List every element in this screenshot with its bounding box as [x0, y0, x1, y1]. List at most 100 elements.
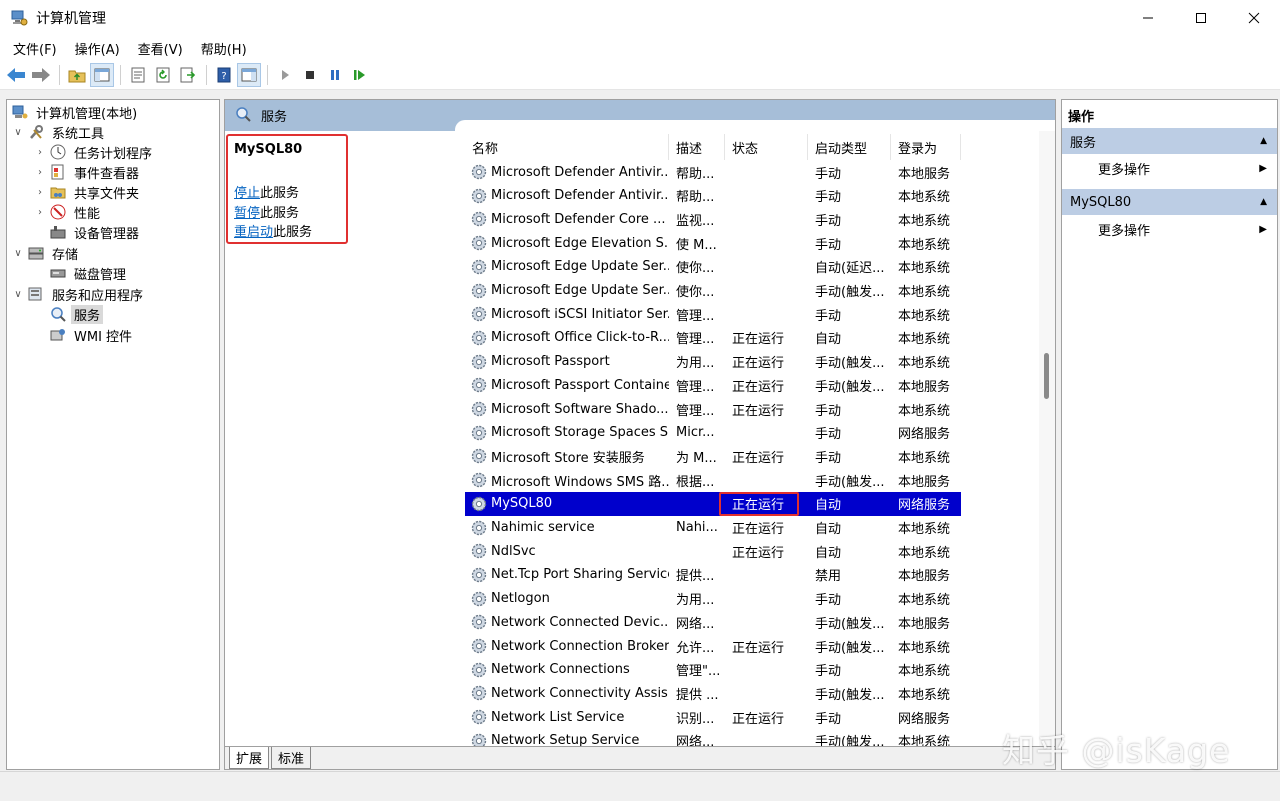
chevron-right-icon[interactable]: › — [33, 147, 47, 158]
minimize-button[interactable] — [1121, 0, 1174, 36]
tree-node-device-manager[interactable]: 设备管理器 — [47, 222, 142, 242]
service-row[interactable]: Microsoft Store 安装服务 为 M... 正在运行 手动 本地系统 — [465, 444, 961, 468]
tree-node-shared-folders[interactable]: › 共享文件夹 — [33, 182, 142, 202]
cell-status: 正在运行 — [732, 403, 785, 419]
tab-extended[interactable]: 扩展 — [229, 747, 270, 769]
cell-startup: 自动 — [815, 545, 842, 561]
service-row[interactable]: Microsoft Defender Core ... 监视... 手动 本地系统 — [465, 207, 961, 231]
service-row[interactable]: Microsoft Office Click-to-R... 管理... 正在运行 自… — [465, 326, 961, 350]
stop-service-link[interactable]: 停止 — [234, 186, 260, 201]
tree-node-services-apps[interactable]: ∨ 服务和应用程序 — [11, 284, 146, 304]
service-row[interactable]: Network Connectivity Assis... 提供 ... 手动(触发… — [465, 681, 961, 705]
column-header-name[interactable]: 名称 ⌃ — [465, 134, 669, 160]
pause-service-button[interactable] — [323, 63, 347, 87]
actions-section-mysql80[interactable]: MySQL80 ▲ — [1062, 189, 1277, 215]
show-hide-action-pane-button[interactable] — [237, 62, 261, 87]
cell-name: Netlogon — [491, 591, 550, 607]
collapse-triangle-icon[interactable]: ▲ — [1260, 197, 1267, 207]
back-button[interactable] — [4, 63, 28, 87]
tree-node-storage[interactable]: ∨ 存储 — [11, 243, 81, 263]
tree-node-disk-management[interactable]: 磁盘管理 — [47, 263, 129, 283]
actions-section-services[interactable]: 服务 ▲ — [1062, 128, 1277, 154]
chevron-down-icon[interactable]: ∨ — [11, 248, 25, 259]
service-row[interactable]: Microsoft Defender Antivir... 帮助... 手动 本地服务 — [465, 160, 961, 184]
service-row[interactable]: Nahimic service Nahi... 正在运行 自动 本地系统 — [465, 516, 961, 540]
restart-service-button[interactable] — [348, 63, 372, 87]
close-button[interactable] — [1227, 0, 1280, 36]
export-list-button[interactable] — [176, 63, 200, 87]
cell-status: 正在运行 — [732, 450, 785, 466]
scrollbar-thumb[interactable] — [1044, 353, 1049, 399]
tree-node-root[interactable]: 计算机管理(本地) — [9, 102, 140, 122]
refresh-button[interactable] — [151, 63, 175, 87]
service-row[interactable]: Microsoft Edge Elevation S... 使 M... 手动 本地系… — [465, 231, 961, 255]
stop-service-button[interactable] — [298, 63, 322, 87]
maximize-button[interactable] — [1174, 0, 1227, 36]
status-highlight-box — [719, 491, 799, 516]
service-gear-icon — [470, 708, 488, 726]
service-gear-icon — [470, 684, 488, 702]
service-gear-icon — [470, 353, 488, 371]
show-hide-console-tree-button[interactable] — [90, 62, 114, 87]
tree-node-task-scheduler[interactable]: › 任务计划程序 — [33, 142, 155, 162]
service-row[interactable]: Microsoft Storage Spaces S... Micr... 手动 网络… — [465, 421, 961, 445]
service-row[interactable]: Microsoft Passport Container 管理... 正在运行 手动(… — [465, 373, 961, 397]
service-row[interactable]: Microsoft iSCSI Initiator Ser... 管理... 手动 本… — [465, 302, 961, 326]
chevron-down-icon[interactable]: ∨ — [11, 127, 25, 138]
cell-name: Microsoft Edge Elevation S... — [491, 235, 669, 251]
service-row[interactable]: Microsoft Software Shado... 管理... 正在运行 手动 本地… — [465, 397, 961, 421]
service-row[interactable]: Microsoft Passport 为用... 正在运行 手动(触发... 本地系统 — [465, 350, 961, 374]
chevron-right-icon[interactable]: › — [33, 167, 47, 178]
service-row[interactable]: Network Connected Devic... 网络... 手动(触发... 本… — [465, 610, 961, 634]
cell-startup: 自动 — [815, 498, 842, 514]
start-service-button[interactable] — [273, 63, 297, 87]
service-row[interactable]: Microsoft Edge Update Ser... 使你... 手动(触发..… — [465, 279, 961, 303]
service-row-selected[interactable]: MySQL80 正在运行 自动 网络服务 — [465, 491, 961, 516]
menu-help[interactable]: 帮助(H) — [192, 39, 256, 58]
help-button[interactable]: ? — [212, 63, 236, 87]
services-apps-icon — [27, 285, 45, 303]
more-actions-services[interactable]: 更多操作 ▶ — [1062, 155, 1277, 181]
forward-button[interactable] — [29, 63, 53, 87]
up-level-button[interactable] — [65, 63, 89, 87]
service-row[interactable]: Microsoft Edge Update Ser... 使你... 自动(延迟..… — [465, 255, 961, 279]
tree-node-wmi[interactable]: WMI 控件 — [47, 325, 135, 345]
chevron-right-icon[interactable]: › — [33, 187, 47, 198]
service-row[interactable]: Network Connection Broker 允许... 正在运行 手动(触发.… — [465, 634, 961, 658]
menu-file[interactable]: 文件(F) — [4, 39, 66, 58]
cell-logon: 网络服务 — [898, 498, 951, 514]
pause-service-link[interactable]: 暂停 — [234, 206, 260, 221]
properties-button[interactable] — [126, 63, 150, 87]
tree-node-event-viewer[interactable]: › 事件查看器 — [33, 162, 142, 182]
service-row[interactable]: Network List Service 识别... 正在运行 手动 网络服务 — [465, 705, 961, 729]
tree-node-services[interactable]: 服务 — [47, 304, 104, 324]
service-row[interactable]: Network Setup Service 网络... 手动(触发... 本地系统 — [465, 729, 961, 746]
column-header-logon-as[interactable]: 登录为 — [891, 134, 961, 160]
chevron-right-icon[interactable]: › — [33, 207, 47, 218]
tree-node-system-tools[interactable]: ∨ 系统工具 — [11, 122, 107, 142]
cell-startup: 手动 — [815, 427, 842, 443]
menu-action[interactable]: 操作(A) — [66, 39, 129, 58]
more-actions-mysql80[interactable]: 更多操作 ▶ — [1062, 216, 1277, 242]
cell-startup: 手动(触发... — [815, 640, 885, 656]
service-row[interactable]: Network Connections 管理"... 手动 本地系统 — [465, 658, 961, 682]
service-row[interactable]: Microsoft Defender Antivir... 帮助... 手动 本地系统 — [465, 184, 961, 208]
restart-service-link[interactable]: 重启动 — [234, 225, 273, 240]
vertical-scrollbar[interactable] — [1039, 131, 1055, 746]
column-header-description[interactable]: 描述 — [669, 134, 725, 160]
service-row[interactable]: Microsoft Windows SMS 路... 根据... 手动(触发... 本… — [465, 468, 961, 492]
cell-status: 正在运行 — [732, 545, 785, 561]
cell-logon: 网络服务 — [898, 427, 951, 443]
service-row[interactable]: Netlogon 为用... 手动 本地系统 — [465, 587, 961, 611]
service-row[interactable]: NdlSvc 正在运行 自动 本地系统 — [465, 539, 961, 563]
tab-standard[interactable]: 标准 — [271, 747, 312, 769]
tree-node-performance[interactable]: › 性能 — [33, 202, 103, 222]
collapse-triangle-icon[interactable]: ▲ — [1260, 136, 1267, 146]
column-header-status[interactable]: 状态 — [725, 134, 808, 160]
service-gear-icon — [470, 187, 488, 205]
chevron-down-icon[interactable]: ∨ — [11, 289, 25, 300]
column-header-startup-type[interactable]: 启动类型 — [808, 134, 891, 160]
storage-icon — [27, 244, 45, 262]
menu-view[interactable]: 查看(V) — [129, 39, 192, 58]
service-row[interactable]: Net.Tcp Port Sharing Service 提供... 禁用 本地服务 — [465, 563, 961, 587]
